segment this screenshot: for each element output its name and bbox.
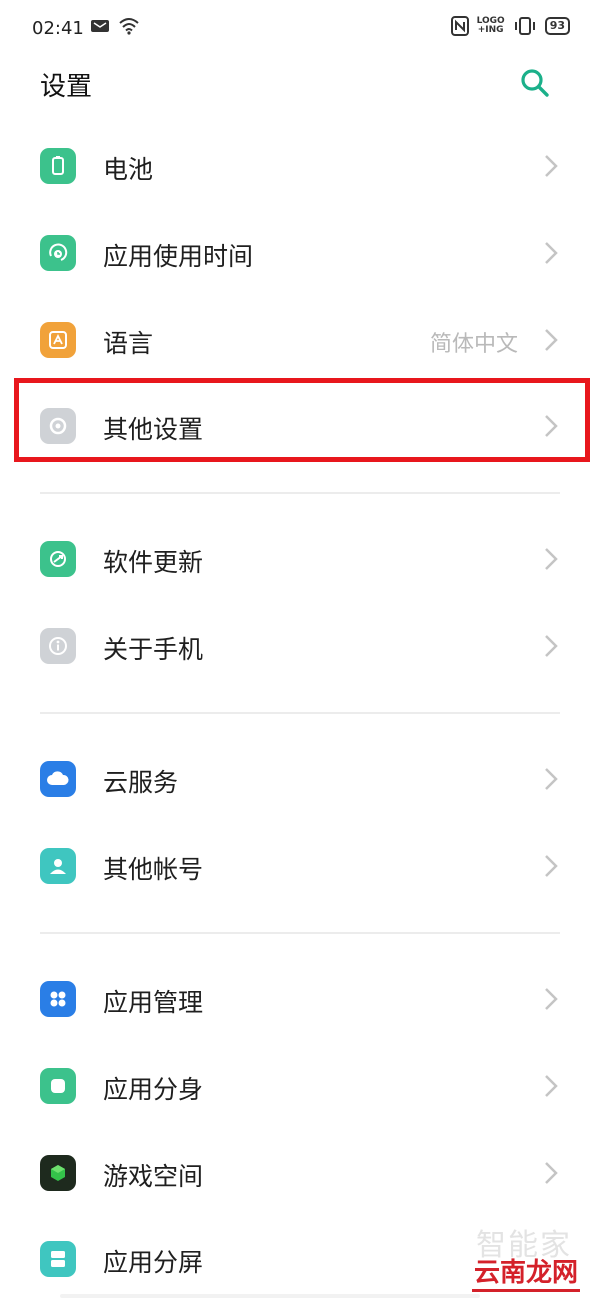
- hd-indicator: LOGO +ING: [476, 16, 505, 35]
- watermark-bottom: 云南龙网: [471, 1252, 580, 1292]
- cloud-icon: [40, 761, 76, 797]
- settings-item-label: 应用分身: [103, 1075, 204, 1104]
- settings-item-label: 电池: [103, 155, 154, 184]
- settings-item-label: 其他帐号: [103, 855, 204, 884]
- settings-item-cloud-service[interactable]: 云服务: [0, 739, 600, 819]
- nfc-icon: [450, 16, 469, 36]
- settings-item-label: 语言: [103, 329, 154, 358]
- settings-item-app-usage[interactable]: 应用使用时间: [0, 213, 600, 293]
- settings-item-label: 应用使用时间: [103, 242, 254, 271]
- vibrate-icon: [514, 17, 535, 35]
- chevron-right-icon: [545, 548, 558, 570]
- battery-icon: [40, 148, 76, 184]
- settings-item-battery[interactable]: 电池: [0, 126, 600, 206]
- account-icon: [40, 848, 76, 884]
- chevron-right-icon: [545, 988, 558, 1010]
- battery-level: 93: [544, 17, 570, 35]
- app-usage-icon: [40, 235, 76, 271]
- settings-item-label: 应用分屏: [103, 1248, 204, 1277]
- settings-item-label: 应用管理: [103, 988, 204, 1017]
- wifi-icon: [119, 18, 139, 35]
- divider: [40, 492, 560, 494]
- chevron-right-icon: [545, 635, 558, 657]
- chevron-right-icon: [545, 329, 558, 351]
- chevron-right-icon: [545, 155, 558, 177]
- home-indicator: [60, 1294, 480, 1298]
- software-update-icon: [40, 541, 76, 577]
- split-screen-icon: [40, 1241, 76, 1277]
- page-title: 设置: [40, 72, 93, 102]
- status-bar: 02:41 LOGO +ING 93: [0, 0, 600, 56]
- settings-item-app-clone[interactable]: 应用分身: [0, 1046, 600, 1126]
- chevron-right-icon: [545, 855, 558, 877]
- settings-item-label: 软件更新: [103, 548, 204, 577]
- language-value: 简体中文: [429, 332, 518, 357]
- settings-item-language[interactable]: 语言 简体中文: [0, 300, 600, 380]
- game-space-icon: [40, 1155, 76, 1191]
- app-clone-icon: [40, 1068, 76, 1104]
- status-time: 02:41: [32, 18, 84, 39]
- header: 设置: [0, 56, 600, 116]
- watermark: 智能家 云南龙网: [410, 1220, 580, 1292]
- language-icon: [40, 322, 76, 358]
- notification-icon: [91, 20, 109, 32]
- divider: [40, 932, 560, 934]
- settings-item-software-update[interactable]: 软件更新: [0, 519, 600, 599]
- search-icon[interactable]: [518, 66, 552, 100]
- settings-item-app-management[interactable]: 应用管理: [0, 959, 600, 1039]
- chevron-right-icon: [545, 1162, 558, 1184]
- app-management-icon: [40, 981, 76, 1017]
- chevron-right-icon: [545, 1075, 558, 1097]
- chevron-right-icon: [545, 242, 558, 264]
- divider: [40, 712, 560, 714]
- settings-item-about-phone[interactable]: 关于手机: [0, 606, 600, 686]
- info-icon: [40, 628, 76, 664]
- settings-item-game-space[interactable]: 游戏空间: [0, 1133, 600, 1213]
- settings-item-label: 云服务: [103, 768, 179, 797]
- chevron-right-icon: [545, 768, 558, 790]
- highlight-box: [14, 378, 590, 462]
- settings-item-other-accounts[interactable]: 其他帐号: [0, 826, 600, 906]
- settings-item-label: 关于手机: [103, 635, 204, 664]
- settings-item-label: 游戏空间: [103, 1162, 204, 1191]
